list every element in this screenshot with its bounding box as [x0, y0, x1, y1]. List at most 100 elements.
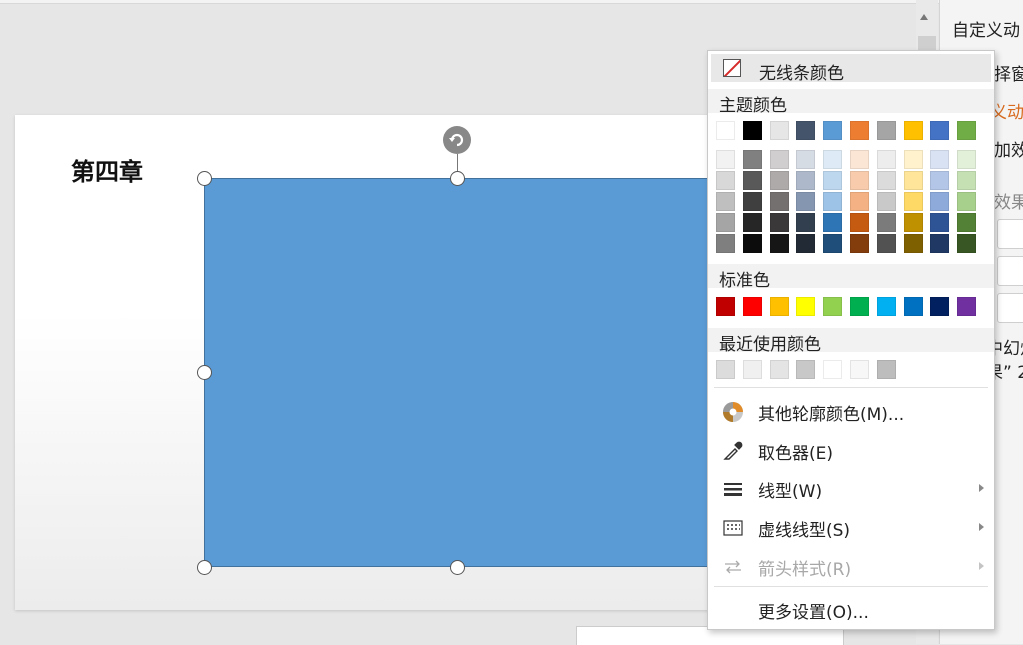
theme-shade-swatch[interactable]	[823, 171, 843, 190]
theme-shade-swatch[interactable]	[823, 150, 843, 169]
theme-shade-swatch[interactable]	[742, 213, 762, 232]
theme-color-swatch[interactable]	[850, 121, 869, 140]
theme-color-swatch[interactable]	[769, 121, 789, 140]
recent-color-swatch[interactable]	[769, 360, 789, 379]
no-line-color-option[interactable]: 无线条颜色	[711, 54, 991, 84]
theme-shade-swatch[interactable]	[796, 171, 816, 190]
eyedropper-item[interactable]: 取色器(E)	[708, 432, 994, 468]
theme-shade-swatch[interactable]	[957, 171, 977, 190]
theme-shade-swatch[interactable]	[742, 150, 762, 169]
recent-color-swatch[interactable]	[796, 360, 816, 379]
theme-color-swatch[interactable]	[716, 121, 735, 140]
standard-color-swatch[interactable]	[930, 297, 950, 316]
resize-handle-left[interactable]	[197, 365, 212, 380]
theme-shade-swatch[interactable]	[850, 234, 869, 253]
pane-field-1[interactable]	[997, 219, 1023, 249]
theme-shade-swatch[interactable]	[850, 150, 869, 169]
theme-shade-swatch[interactable]	[742, 171, 762, 190]
theme-shade-swatch[interactable]	[796, 213, 816, 232]
recent-color-swatch[interactable]	[876, 360, 896, 379]
theme-shade-swatch[interactable]	[903, 171, 923, 190]
theme-shade-swatch[interactable]	[850, 192, 869, 211]
recent-color-swatch[interactable]	[823, 360, 843, 379]
theme-shade-swatch[interactable]	[903, 234, 923, 253]
theme-shade-swatch[interactable]	[742, 192, 762, 211]
pane-field-2[interactable]	[997, 256, 1023, 286]
theme-shade-swatch[interactable]	[957, 213, 977, 232]
theme-shade-swatch[interactable]	[769, 150, 789, 169]
recent-color-swatch[interactable]	[742, 360, 762, 379]
standard-color-swatch[interactable]	[850, 297, 869, 316]
theme-shade-swatch[interactable]	[903, 150, 923, 169]
arrow-style-icon	[725, 560, 741, 574]
scroll-up-arrow-icon[interactable]	[920, 14, 928, 20]
theme-shade-swatch[interactable]	[850, 171, 869, 190]
theme-shade-swatch[interactable]	[823, 213, 843, 232]
standard-color-swatch[interactable]	[957, 297, 977, 316]
theme-color-swatch[interactable]	[957, 121, 977, 140]
resize-handle-bottom-left[interactable]	[197, 560, 212, 575]
standard-color-swatch[interactable]	[716, 297, 735, 316]
theme-shade-swatch[interactable]	[930, 213, 950, 232]
recent-color-swatch[interactable]	[716, 360, 735, 379]
more-outline-colors-item[interactable]: 其他轮廓颜色(M)...	[708, 393, 994, 429]
pane-select-window-link[interactable]: 择窗	[994, 60, 1023, 85]
standard-color-swatch[interactable]	[823, 297, 843, 316]
theme-color-swatch[interactable]	[930, 121, 950, 140]
theme-color-swatch[interactable]	[742, 121, 762, 140]
theme-color-swatch[interactable]	[903, 121, 923, 140]
arrow-style-label: 箭头样式(R)	[758, 560, 852, 580]
theme-shade-swatch[interactable]	[769, 192, 789, 211]
theme-shade-swatch[interactable]	[716, 171, 735, 190]
line-weight-item[interactable]: 线型(W)	[708, 470, 994, 506]
resize-handle-top-left[interactable]	[197, 171, 212, 186]
rotate-handle[interactable]	[443, 126, 471, 154]
theme-shade-swatch[interactable]	[850, 213, 869, 232]
theme-shade-swatch[interactable]	[876, 192, 896, 211]
resize-handle-bottom[interactable]	[450, 560, 465, 575]
theme-shade-swatch[interactable]	[903, 213, 923, 232]
theme-shade-swatch[interactable]	[716, 192, 735, 211]
standard-color-swatch[interactable]	[742, 297, 762, 316]
theme-shade-swatch[interactable]	[796, 192, 816, 211]
selected-rectangle-shape[interactable]	[204, 178, 709, 567]
theme-shade-swatch[interactable]	[957, 234, 977, 253]
theme-shade-swatch[interactable]	[796, 150, 816, 169]
theme-shade-swatch[interactable]	[716, 234, 735, 253]
theme-shade-swatch[interactable]	[930, 192, 950, 211]
theme-shade-swatch[interactable]	[716, 150, 735, 169]
resize-handle-top[interactable]	[450, 171, 465, 186]
theme-shade-swatch[interactable]	[957, 150, 977, 169]
theme-shade-swatch[interactable]	[823, 234, 843, 253]
standard-color-swatch[interactable]	[903, 297, 923, 316]
pane-field-3[interactable]	[997, 293, 1023, 323]
theme-shade-swatch[interactable]	[930, 150, 950, 169]
chapter-title[interactable]: 第四章	[71, 152, 143, 187]
recent-color-swatch[interactable]	[850, 360, 869, 379]
standard-color-swatch[interactable]	[769, 297, 789, 316]
theme-shade-swatch[interactable]	[716, 213, 735, 232]
theme-shade-swatch[interactable]	[769, 213, 789, 232]
pane-add-effect-button[interactable]: 加效	[994, 136, 1023, 161]
theme-shade-swatch[interactable]	[876, 171, 896, 190]
theme-shade-swatch[interactable]	[876, 213, 896, 232]
theme-shade-swatch[interactable]	[930, 171, 950, 190]
more-settings-item[interactable]: 更多设置(O)...	[708, 591, 994, 627]
theme-shade-swatch[interactable]	[876, 150, 896, 169]
standard-color-swatch[interactable]	[876, 297, 896, 316]
theme-shade-swatch[interactable]	[876, 234, 896, 253]
theme-color-swatch[interactable]	[876, 121, 896, 140]
theme-shade-swatch[interactable]	[903, 192, 923, 211]
theme-color-swatch[interactable]	[823, 121, 843, 140]
arrow-style-item[interactable]: 箭头样式(R)	[708, 548, 994, 584]
theme-color-swatch[interactable]	[796, 121, 816, 140]
theme-shade-swatch[interactable]	[769, 234, 789, 253]
standard-color-swatch[interactable]	[796, 297, 816, 316]
theme-shade-swatch[interactable]	[930, 234, 950, 253]
theme-shade-swatch[interactable]	[957, 192, 977, 211]
theme-shade-swatch[interactable]	[769, 171, 789, 190]
theme-shade-swatch[interactable]	[823, 192, 843, 211]
dash-type-item[interactable]: 虚线线型(S)	[708, 509, 994, 545]
theme-shade-swatch[interactable]	[796, 234, 816, 253]
theme-shade-swatch[interactable]	[742, 234, 762, 253]
